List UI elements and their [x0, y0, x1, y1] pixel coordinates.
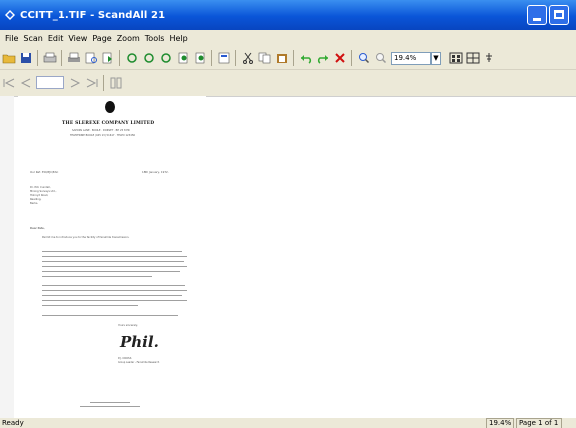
undo-icon[interactable] — [298, 50, 314, 66]
zoom-out-icon[interactable] — [373, 50, 389, 66]
menu-file[interactable]: File — [5, 34, 18, 43]
scan-icon[interactable] — [42, 50, 58, 66]
scan-to-icon[interactable] — [100, 50, 116, 66]
next-page-icon[interactable] — [67, 75, 83, 91]
page-number-input[interactable] — [36, 76, 64, 89]
rotate-left-icon[interactable] — [124, 50, 140, 66]
menu-view[interactable]: View — [68, 34, 87, 43]
company-name: THE SLEREXE COMPANY LIMITED — [62, 121, 155, 126]
toolbar-separator — [119, 50, 120, 66]
toolbar-separator — [37, 50, 38, 66]
toolbar-separator — [235, 50, 236, 66]
company-telephone: TELEPHONE BOOLE (945 13) 51617 · TELEX 1… — [70, 134, 136, 137]
status-ready-text: Ready — [2, 419, 24, 427]
toolbar-separator — [103, 74, 104, 91]
zoom-dropdown-button[interactable]: ▼ — [431, 51, 441, 65]
menu-bar: File Scan Edit View Page Zoom Tools Help — [0, 30, 576, 46]
signer-title: Group Leader - Facsimile Research — [118, 361, 160, 364]
closing: Yours sincerely, — [118, 324, 139, 327]
status-zoom: 19.4% — [486, 418, 514, 428]
help-pointer-icon[interactable] — [482, 50, 498, 66]
salutation: Dear Pete, — [30, 226, 45, 230]
zoom-in-icon[interactable] — [356, 50, 372, 66]
maximize-button[interactable] — [549, 5, 569, 25]
window-title: CCITT_1.TIF - ScandAll 21 — [20, 9, 166, 21]
app-window: CCITT_1.TIF - ScandAll 21 File Scan Edit… — [0, 0, 576, 428]
print-preview-icon[interactable] — [83, 50, 99, 66]
scanned-page: THE SLEREXE COMPANY LIMITED SAPORS LANE … — [18, 96, 206, 416]
copy-icon[interactable] — [257, 50, 273, 66]
handwritten-signature: Phil. — [120, 333, 159, 351]
left-margin-strip — [0, 96, 14, 418]
page-setup-icon[interactable] — [216, 50, 232, 66]
fit-page-icon[interactable] — [448, 50, 464, 66]
minimize-button[interactable] — [527, 5, 547, 25]
open-folder-icon[interactable] — [1, 50, 17, 66]
deskew-icon[interactable] — [192, 50, 208, 66]
redo-icon[interactable] — [315, 50, 331, 66]
recipient-line-4: Reading, — [30, 198, 42, 201]
letter-date: 18th January, 1972. — [142, 170, 169, 174]
title-bar: CCITT_1.TIF - ScandAll 21 — [0, 0, 576, 30]
toolbar-separator — [211, 50, 212, 66]
menu-help[interactable]: Help — [169, 34, 187, 43]
fit-width-icon[interactable] — [465, 50, 481, 66]
menu-zoom[interactable]: Zoom — [117, 34, 140, 43]
body-text-block-3 — [42, 315, 187, 321]
menu-scan[interactable]: Scan — [23, 34, 42, 43]
recipient-line-3: Holroyd Road, — [30, 194, 49, 197]
delete-icon[interactable] — [332, 50, 348, 66]
menu-edit[interactable]: Edit — [48, 34, 64, 43]
cut-icon[interactable] — [240, 50, 256, 66]
flip-icon[interactable] — [175, 50, 191, 66]
company-address: SAPORS LANE · BOOLE · DORSET · BH 25 8 E… — [72, 129, 130, 132]
logo-icon — [105, 101, 115, 113]
recipient-line-5: Berks. — [30, 202, 39, 205]
recipient-line-1: Dr. P.N. Cundall, — [30, 186, 51, 189]
toolbar-separator — [293, 50, 294, 66]
body-text-block-2 — [42, 285, 187, 313]
save-icon[interactable] — [18, 50, 34, 66]
letter-reference: Our Ref. 350/PJC/EAC — [30, 170, 59, 174]
paste-icon[interactable] — [274, 50, 290, 66]
zoom-input[interactable]: 19.4% — [391, 51, 431, 65]
menu-page[interactable]: Page — [92, 34, 111, 43]
toolbar-separator — [351, 50, 352, 66]
footer-registration — [80, 402, 140, 408]
menu-tools[interactable]: Tools — [145, 34, 165, 43]
status-page: Page 1 of 1 — [516, 418, 562, 428]
main-toolbar: 19.4% ▼ — [0, 47, 576, 70]
print-icon[interactable] — [66, 50, 82, 66]
previous-page-icon[interactable] — [18, 75, 34, 91]
recipient-line-2: Mining Surveys Ltd., — [30, 190, 57, 193]
first-paragraph: Permit me to introduce you to the facili… — [42, 236, 130, 239]
last-page-icon[interactable] — [84, 75, 100, 91]
rotate-180-icon[interactable] — [158, 50, 174, 66]
signer-name: P.J. CROSS — [118, 357, 132, 360]
first-page-icon[interactable] — [1, 75, 17, 91]
status-bar: Ready 19.4% Page 1 of 1 — [0, 418, 576, 428]
rotate-right-icon[interactable] — [141, 50, 157, 66]
scanner-app-icon — [5, 10, 15, 20]
thumbnail-view-icon[interactable] — [108, 75, 124, 91]
navigation-toolbar — [0, 71, 576, 94]
toolbar-separator — [61, 50, 62, 66]
body-text-block-1 — [42, 251, 187, 281]
